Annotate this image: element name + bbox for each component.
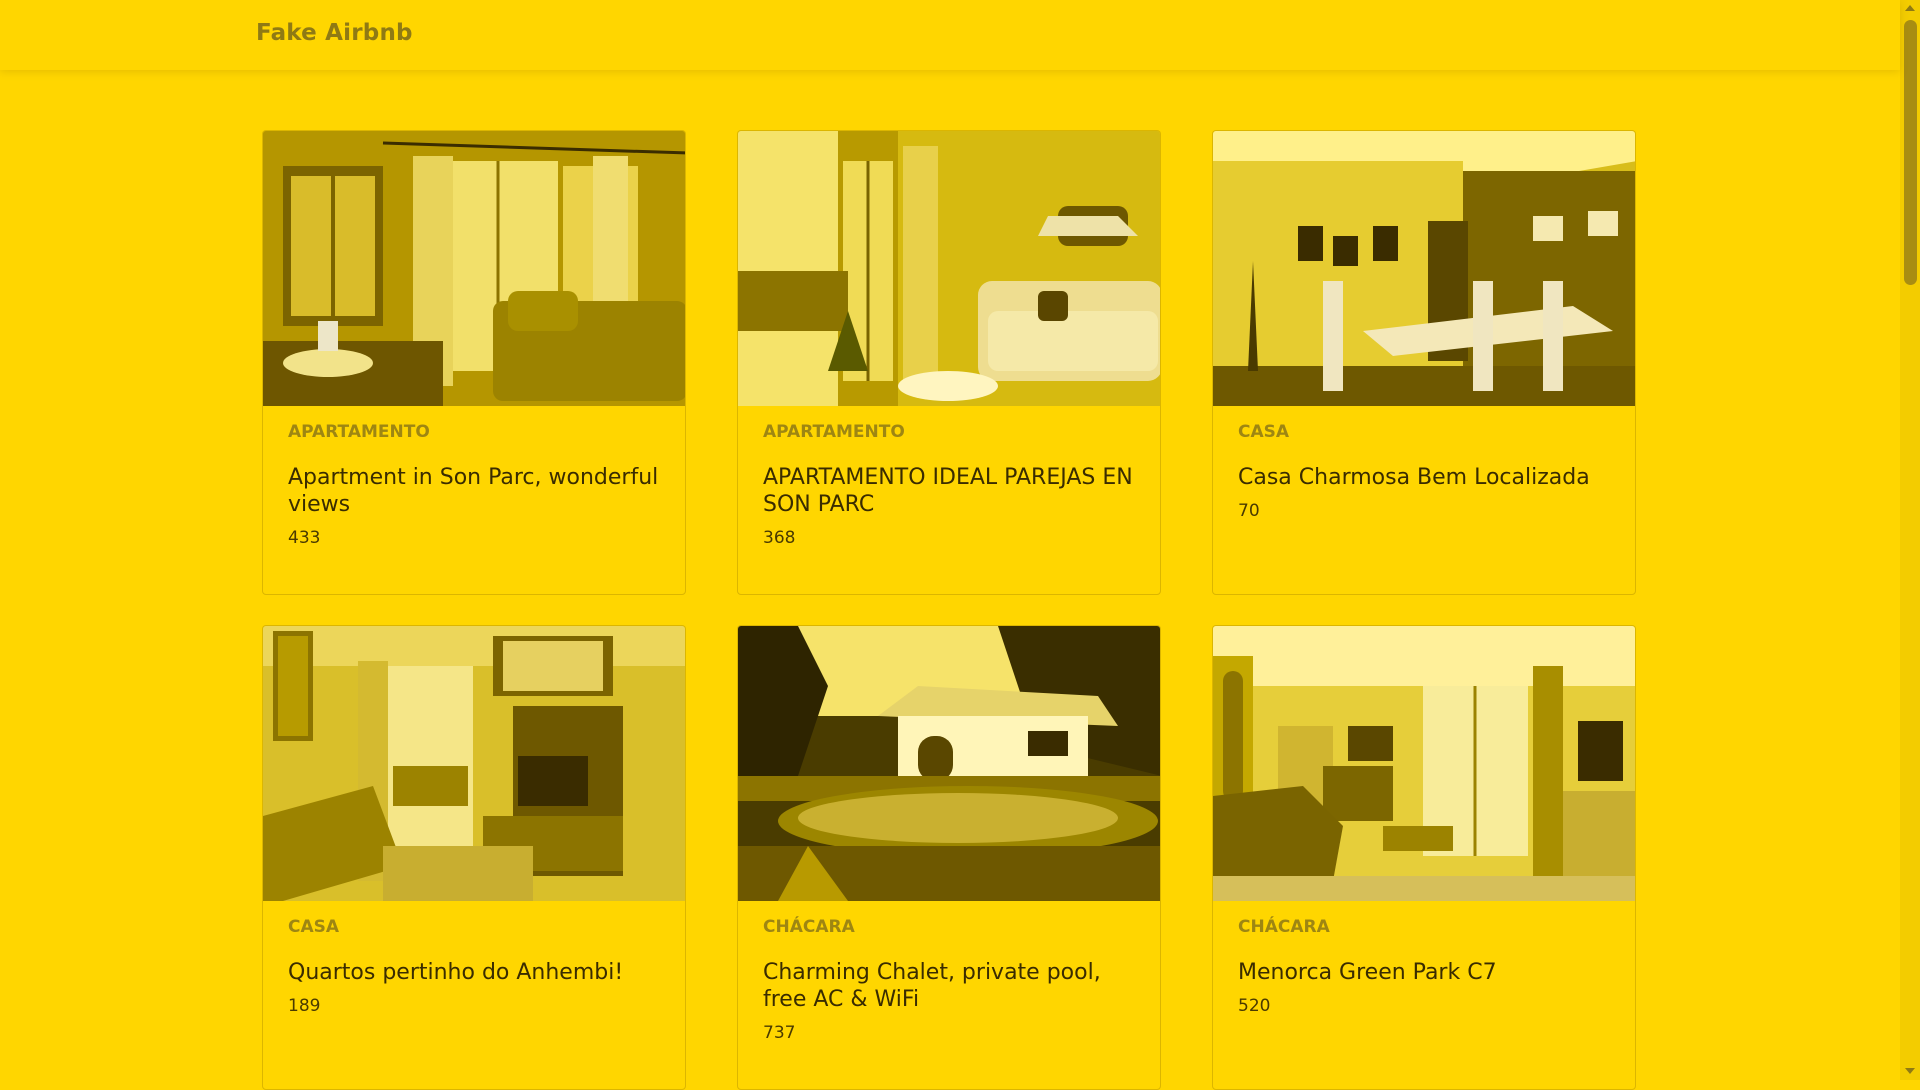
scroll-up-arrow-icon[interactable] xyxy=(1905,5,1915,11)
listing-type: CHÁCARA xyxy=(1238,917,1330,937)
listing-type: CASA xyxy=(1238,422,1290,442)
listing-card[interactable]: CASA Casa Charmosa Bem Localizada 70 xyxy=(1212,130,1636,595)
listing-type: APARTAMENTO xyxy=(288,422,430,442)
navbar: Fake Airbnb xyxy=(0,0,1900,70)
scroll-thumb[interactable] xyxy=(1904,20,1917,285)
listing-price: 737 xyxy=(763,1023,796,1043)
listing-price: 433 xyxy=(288,528,321,548)
listing-title[interactable]: Menorca Green Park C7 xyxy=(1238,959,1618,986)
listing-title[interactable]: Quartos pertinho do Anhembi! xyxy=(288,959,668,986)
listing-photo xyxy=(738,131,1160,406)
page-scrollbar[interactable] xyxy=(1900,0,1920,1080)
listing-photo xyxy=(263,626,685,901)
listing-price: 368 xyxy=(763,528,796,548)
listing-photo xyxy=(1213,626,1635,901)
listing-photo xyxy=(263,131,685,406)
listing-card[interactable]: APARTAMENTO APARTAMENTO IDEAL PAREJAS EN… xyxy=(737,130,1161,595)
listing-title[interactable]: Casa Charmosa Bem Localizada xyxy=(1238,464,1618,491)
listing-title[interactable]: Charming Chalet, private pool, free AC &… xyxy=(763,959,1143,1013)
listing-card[interactable]: CHÁCARA Charming Chalet, private pool, f… xyxy=(737,625,1161,1090)
scroll-down-arrow-icon[interactable] xyxy=(1905,1068,1915,1074)
listing-price: 520 xyxy=(1238,996,1271,1016)
listing-type: CASA xyxy=(288,917,340,937)
listing-type: CHÁCARA xyxy=(763,917,855,937)
listing-price: 189 xyxy=(288,996,321,1016)
listing-card[interactable]: CASA Quartos pertinho do Anhembi! 189 xyxy=(262,625,686,1090)
listing-card[interactable]: CHÁCARA Menorca Green Park C7 520 xyxy=(1212,625,1636,1090)
listing-title[interactable]: Apartment in Son Parc, wonderful views xyxy=(288,464,668,518)
listing-type: APARTAMENTO xyxy=(763,422,905,442)
listing-card[interactable]: APARTAMENTO Apartment in Son Parc, wonde… xyxy=(262,130,686,595)
listing-price: 70 xyxy=(1238,501,1260,521)
listing-photo xyxy=(1213,131,1635,406)
listing-title[interactable]: APARTAMENTO IDEAL PAREJAS EN SON PARC xyxy=(763,464,1143,518)
listing-photo xyxy=(738,626,1160,901)
brand-logo-link[interactable]: Fake Airbnb xyxy=(256,20,413,46)
